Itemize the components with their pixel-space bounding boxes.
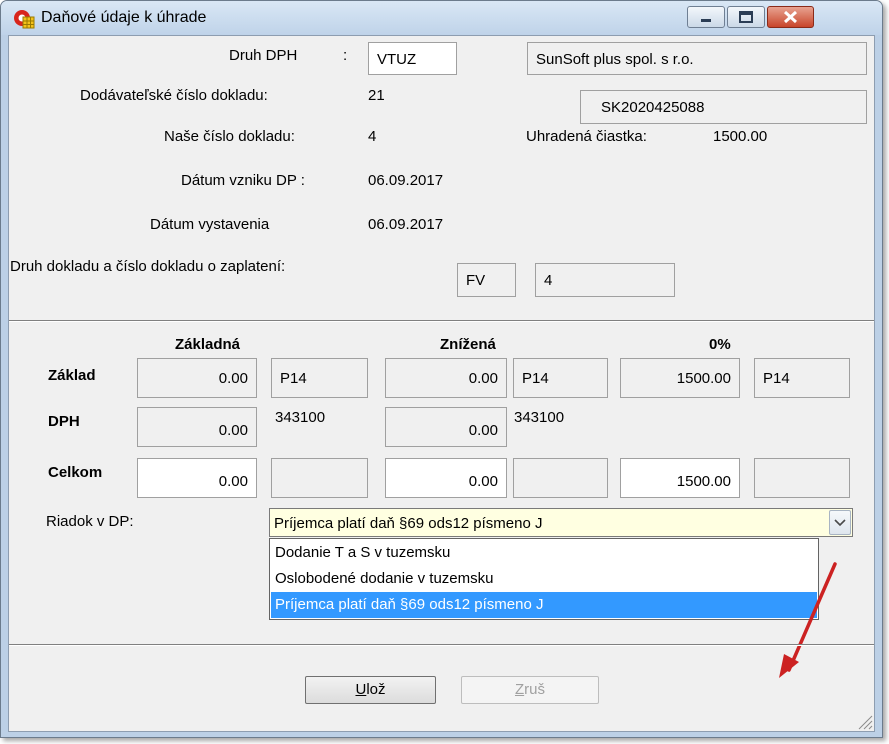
dropdown-option[interactable]: Oslobodené dodanie v tuzemsku	[271, 566, 817, 592]
riadok-dropdown-list: Dodanie T a S v tuzemsku Oslobodené doda…	[269, 538, 819, 620]
chevron-down-icon	[834, 519, 846, 527]
celkom-zero-extra-field	[754, 458, 850, 498]
druh-dokladu-label: Druh dokladu a číslo dokladu o zaplatení…	[10, 258, 286, 275]
maximize-icon	[739, 11, 753, 23]
row-zaklad-label: Základ	[48, 367, 96, 384]
window-title: Daňové údaje k úhrade	[41, 9, 207, 26]
dodavatelske-cislo-value: 21	[368, 87, 385, 104]
minimize-button[interactable]	[687, 6, 725, 28]
riadok-select[interactable]: Príjemca platí daň §69 ods12 písmeno J	[269, 508, 853, 537]
nase-cislo-label: Naše číslo dokladu:	[164, 128, 295, 145]
title-bar[interactable]: Daňové údaje k úhrade	[1, 1, 882, 35]
celkom-znizena-field[interactable]: 0.00	[385, 458, 507, 498]
minimize-icon	[701, 19, 711, 22]
dodavatelske-cislo-label: Dodávateľské číslo dokladu:	[80, 87, 268, 104]
save-button-accel: U	[355, 681, 367, 698]
app-logo-icon	[14, 10, 35, 29]
druh-dph-field[interactable]: VTUZ	[368, 42, 457, 75]
company-name-field: SunSoft plus spol. s r.o.	[527, 42, 867, 75]
celkom-zakladna-extra-field	[271, 458, 368, 498]
bottom-separator	[9, 644, 874, 646]
druh-dph-colon: :	[343, 47, 348, 64]
riadok-label: Riadok v DP:	[46, 513, 134, 530]
close-icon	[783, 10, 798, 24]
zaklad-zero-code-field: P14	[754, 358, 850, 398]
zaklad-znizena-code-field: P14	[513, 358, 608, 398]
row-celkom-label: Celkom	[48, 464, 103, 481]
column-zakladna-header: Základná	[175, 336, 241, 353]
celkom-zakladna-field[interactable]: 0.00	[137, 458, 257, 498]
celkom-znizena-extra-field	[513, 458, 608, 498]
column-zero-header: 0%	[709, 336, 731, 353]
maximize-button[interactable]	[727, 6, 765, 28]
dialog-client-area: Druh DPH : VTUZ SunSoft plus spol. s r.o…	[8, 35, 875, 732]
zaklad-znizena-field: 0.00	[385, 358, 507, 398]
cancel-button-label: ruš	[524, 681, 545, 698]
uhradena-ciastka-label: Uhradená čiastka:	[526, 128, 647, 145]
dialog-window: Daňové údaje k úhrade Druh DPH : VTUZ Su…	[0, 0, 883, 738]
zaklad-zero-field: 1500.00	[620, 358, 740, 398]
druh-dokladu-number-field: 4	[535, 263, 675, 297]
datum-vystavenia-label: Dátum vystavenia	[150, 216, 270, 233]
dph-zakladna-field: 0.00	[137, 407, 257, 447]
riadok-selected-value: Príjemca platí daň §69 ods12 písmeno J	[274, 515, 543, 532]
datum-vystavenia-value: 06.09.2017	[368, 216, 444, 233]
dropdown-option[interactable]: Dodanie T a S v tuzemsku	[271, 540, 817, 566]
dropdown-toggle[interactable]	[829, 510, 851, 535]
dph-zakladna-account: 343100	[275, 409, 326, 426]
dph-znizena-field: 0.00	[385, 407, 507, 447]
druh-dph-label: Druh DPH	[229, 47, 298, 64]
datum-vzniku-value: 06.09.2017	[368, 172, 444, 189]
zaklad-zakladna-field: 0.00	[137, 358, 257, 398]
cancel-button-accel: Z	[514, 681, 525, 698]
cancel-button[interactable]: Zruš	[461, 676, 599, 704]
nase-cislo-value: 4	[368, 128, 377, 145]
close-button[interactable]	[767, 6, 814, 28]
ic-dph-field: SK2020425088	[580, 90, 867, 124]
resize-grip-icon[interactable]	[855, 712, 873, 730]
save-button-label: lož	[366, 681, 386, 698]
celkom-zero-field[interactable]: 1500.00	[620, 458, 740, 498]
zaklad-zakladna-code-field: P14	[271, 358, 368, 398]
uhradena-ciastka-value: 1500.00	[713, 128, 768, 145]
row-dph-label: DPH	[48, 413, 80, 430]
druh-dokladu-type-field: FV	[457, 263, 516, 297]
dph-znizena-account: 343100	[514, 409, 565, 426]
column-znizena-header: Znížená	[440, 336, 496, 353]
save-button[interactable]: Ulož	[305, 676, 436, 704]
datum-vzniku-label: Dátum vzniku DP :	[181, 172, 305, 189]
annotation-arrow-icon	[779, 562, 837, 678]
dropdown-option-selected[interactable]: Príjemca platí daň §69 ods12 písmeno J	[271, 592, 817, 618]
section-separator	[9, 320, 874, 322]
